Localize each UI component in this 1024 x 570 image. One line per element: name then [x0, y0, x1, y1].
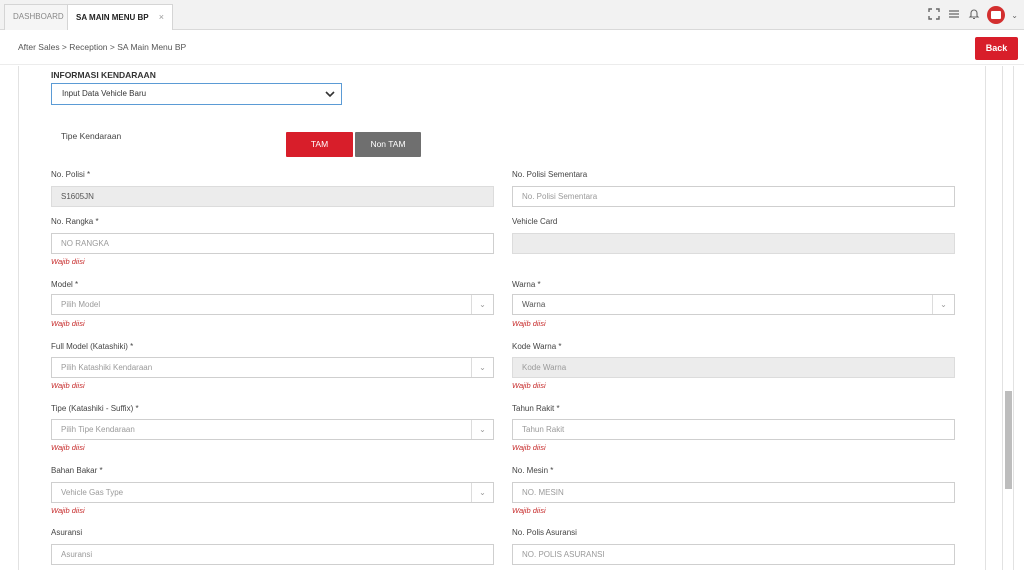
- bahan-bakar-select[interactable]: Vehicle Gas Type ⌄: [51, 482, 494, 503]
- no-polisi-sementara-label: No. Polisi Sementara: [512, 170, 588, 179]
- chevron-down-icon: ⌄: [471, 295, 493, 314]
- no-mesin-error: Wajib diisi: [512, 506, 546, 515]
- tab-sa-main-menu-bp[interactable]: SA MAIN MENU BP ×: [67, 4, 173, 30]
- chevron-down-icon: ⌄: [471, 483, 493, 502]
- breadcrumb-bar: After Sales > Reception > SA Main Menu B…: [0, 31, 1024, 65]
- tahun-rakit-field[interactable]: Tahun Rakit: [512, 419, 955, 440]
- tipe-error: Wajib diisi: [51, 443, 85, 452]
- user-avatar-icon[interactable]: [987, 6, 1006, 24]
- model-error: Wajib diisi: [51, 319, 85, 328]
- tab-dashboard[interactable]: DASHBOARD: [4, 4, 73, 30]
- full-model-select-placeholder: Pilih Katashiki Kendaraan: [61, 363, 153, 372]
- asuransi-field[interactable]: Asuransi: [51, 544, 494, 565]
- model-select[interactable]: Pilih Model ⌄: [51, 294, 494, 315]
- bell-icon[interactable]: [967, 8, 981, 22]
- full-model-select[interactable]: Pilih Katashiki Kendaraan ⌄: [51, 357, 494, 378]
- no-rangka-field[interactable]: NO RANGKA: [51, 233, 494, 254]
- bahan-bakar-error: Wajib diisi: [51, 506, 85, 515]
- back-button[interactable]: Back: [975, 37, 1018, 60]
- vehicle-card-field[interactable]: [512, 233, 955, 254]
- tab-sa-main-menu-bp-label: SA MAIN MENU BP: [76, 13, 149, 22]
- tam-button[interactable]: TAM: [286, 132, 353, 157]
- no-mesin-field[interactable]: NO. MESIN: [512, 482, 955, 503]
- chevron-down-icon: ⌄: [471, 420, 493, 439]
- warna-error: Wajib diisi: [512, 319, 546, 328]
- tab-dashboard-label: DASHBOARD: [13, 12, 64, 21]
- kode-warna-label: Kode Warna *: [512, 342, 562, 351]
- no-polisi-field[interactable]: S1605JN: [51, 186, 494, 207]
- vehicle-type-label: Tipe Kendaraan: [61, 131, 122, 141]
- chevron-down-icon: ⌄: [932, 295, 954, 314]
- scrollbar-thumb[interactable]: [1005, 391, 1012, 489]
- tab-bar: DASHBOARD SA MAIN MENU BP × ⌄: [0, 0, 1024, 30]
- vehicle-data-select[interactable]: Input Data Vehicle Baru: [51, 83, 342, 105]
- vehicle-card-label: Vehicle Card: [512, 217, 558, 226]
- section-title: INFORMASI KENDARAAN: [51, 70, 156, 80]
- fullscreen-icon[interactable]: [927, 8, 941, 22]
- scrollbar[interactable]: [1002, 66, 1014, 570]
- chevron-down-icon: ⌄: [471, 358, 493, 377]
- bahan-bakar-label: Bahan Bakar *: [51, 466, 103, 475]
- tahun-rakit-label: Tahun Rakit *: [512, 404, 560, 413]
- no-polisi-sementara-field[interactable]: No. Polisi Sementara: [512, 186, 955, 207]
- no-rangka-error: Wajib diisi: [51, 257, 85, 266]
- chevron-down-icon[interactable]: ⌄: [1011, 11, 1018, 20]
- tipe-select[interactable]: Pilih Tipe Kendaraan ⌄: [51, 419, 494, 440]
- kode-warna-error: Wajib diisi: [512, 381, 546, 390]
- bahan-bakar-select-placeholder: Vehicle Gas Type: [61, 488, 124, 497]
- tab-close-icon[interactable]: ×: [159, 12, 164, 22]
- warna-select[interactable]: Warna ⌄: [512, 294, 955, 315]
- kode-warna-field[interactable]: Kode Warna: [512, 357, 955, 378]
- no-mesin-label: No. Mesin *: [512, 466, 554, 475]
- vehicle-data-select-value: Input Data Vehicle Baru: [62, 89, 147, 98]
- tipe-select-placeholder: Pilih Tipe Kendaraan: [61, 425, 135, 434]
- warna-select-placeholder: Warna: [522, 300, 546, 309]
- model-select-placeholder: Pilih Model: [61, 300, 101, 309]
- no-polis-asuransi-field[interactable]: NO. POLIS ASURANSI: [512, 544, 955, 565]
- no-polisi-label: No. Polisi *: [51, 170, 91, 179]
- no-rangka-label: No. Rangka *: [51, 217, 99, 226]
- vehicle-info-form: INFORMASI KENDARAAN Input Data Vehicle B…: [18, 66, 986, 570]
- top-icons: ⌄: [927, 5, 1018, 25]
- tahun-rakit-error: Wajib diisi: [512, 443, 546, 452]
- model-label: Model *: [51, 280, 79, 289]
- tipe-label: Tipe (Katashiki - Suffix) *: [51, 404, 139, 413]
- asuransi-label: Asuransi: [51, 528, 83, 537]
- chevron-down-icon: [325, 84, 335, 112]
- no-polis-asuransi-label: No. Polis Asuransi: [512, 528, 577, 537]
- menu-icon[interactable]: [947, 8, 961, 22]
- full-model-error: Wajib diisi: [51, 381, 85, 390]
- warna-label: Warna *: [512, 280, 541, 289]
- non-tam-button[interactable]: Non TAM: [355, 132, 421, 157]
- full-model-label: Full Model (Katashiki) *: [51, 342, 134, 351]
- breadcrumb: After Sales > Reception > SA Main Menu B…: [18, 42, 187, 52]
